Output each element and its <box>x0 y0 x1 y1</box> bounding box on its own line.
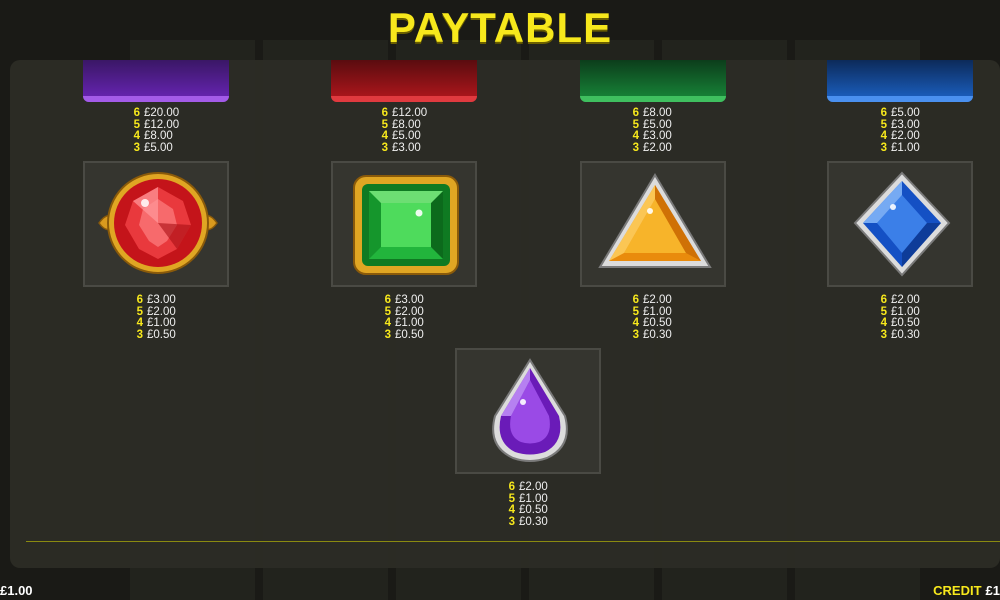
pay-amount: £0.50 <box>519 504 548 517</box>
pay-amount: £2.00 <box>891 294 920 306</box>
orange-triangle-gem-icon <box>598 173 712 268</box>
pay-amount: £1.00 <box>891 141 920 154</box>
pay-count: 3 <box>508 515 515 528</box>
pay-amount: £3.00 <box>395 294 424 306</box>
pay-count: 3 <box>880 141 887 154</box>
pay-list-purple-card: 6 £20.00 5 £12.00 4 £8.00 3 £5.00 <box>128 107 180 155</box>
pay-list-red-ruby: 6 £3.00 5 £2.00 4 £1.00 3 £0.50 <box>131 294 176 342</box>
red-card-symbol <box>331 60 477 102</box>
pay-count: 6 <box>136 294 143 306</box>
panel-divider <box>26 541 1000 542</box>
pay-count: 6 <box>880 107 887 119</box>
pay-list-blue-diamond: 6 £2.00 5 £1.00 4 £0.50 3 £0.30 <box>875 294 920 342</box>
pay-row: 3 £0.30 <box>503 515 548 529</box>
pay-amount: £0.30 <box>643 328 672 341</box>
pay-amount: £5.00 <box>144 141 173 154</box>
green-card-symbol <box>580 60 726 102</box>
red-round-gem-icon <box>98 172 218 274</box>
pay-list-blue-card: 6 £5.00 5 £3.00 4 £2.00 3 £1.00 <box>875 107 920 155</box>
purple-card-symbol <box>83 60 229 102</box>
pay-amount: £2.00 <box>519 481 548 493</box>
bet-value: £1.00 <box>0 583 33 598</box>
pay-count: 3 <box>880 328 887 341</box>
pay-amount: £5.00 <box>643 118 672 131</box>
pay-amount: £8.00 <box>144 130 173 143</box>
pay-count: 3 <box>632 328 639 341</box>
pay-amount: £0.30 <box>519 515 548 528</box>
credit-display: CREDIT £1 <box>933 583 1000 598</box>
pay-count: 6 <box>880 294 887 306</box>
pay-count: 6 <box>133 107 140 119</box>
pay-amount: £2.00 <box>395 305 424 318</box>
purple-drop-gem-icon <box>492 358 568 462</box>
credit-value: £1 <box>985 583 1000 598</box>
pay-row: 3 £0.50 <box>379 328 424 342</box>
pay-amount: £1.00 <box>147 317 176 330</box>
pay-count: 3 <box>632 141 639 154</box>
blue-diamond-symbol-box <box>827 161 973 287</box>
pay-amount: £8.00 <box>643 107 672 119</box>
pay-amount: £0.50 <box>147 328 176 341</box>
pay-amount: £0.30 <box>891 328 920 341</box>
blue-card-symbol <box>827 60 973 102</box>
pay-list-purple-drop: 6 £2.00 5 £1.00 4 £0.50 3 £0.30 <box>503 481 548 529</box>
pay-amount: £0.50 <box>891 317 920 330</box>
credit-label: CREDIT <box>933 583 982 598</box>
green-square-gem-icon <box>353 175 459 275</box>
pay-amount: £1.00 <box>643 305 672 318</box>
pay-row: 3 £1.00 <box>875 141 920 155</box>
pay-count: 3 <box>136 328 143 341</box>
pay-amount: £20.00 <box>144 107 180 119</box>
pay-amount: £3.00 <box>392 141 421 154</box>
red-ruby-symbol-box <box>83 161 229 287</box>
pay-amount: £0.50 <box>395 328 424 341</box>
orange-triangle-symbol-box <box>580 161 726 287</box>
page-title: PAYTABLE <box>387 4 613 51</box>
blue-diamond-gem-icon <box>853 171 951 277</box>
pay-amount: £12.00 <box>144 118 180 131</box>
pay-amount: £3.00 <box>147 294 176 306</box>
pay-amount: £5.00 <box>392 130 421 143</box>
pay-amount: £1.00 <box>395 317 424 330</box>
pay-amount: £5.00 <box>891 107 920 119</box>
pay-count: 3 <box>381 141 388 154</box>
pay-row: 3 £3.00 <box>376 141 427 155</box>
pay-amount: £3.00 <box>891 118 920 131</box>
pay-count: 6 <box>381 107 388 119</box>
pay-amount: £1.00 <box>519 492 548 505</box>
pay-list-orange-triangle: 6 £2.00 5 £1.00 4 £0.50 3 £0.30 <box>627 294 672 342</box>
pay-list-green-card: 6 £8.00 5 £5.00 4 £3.00 3 £2.00 <box>627 107 672 155</box>
pay-list-red-card: 6 £12.00 5 £8.00 4 £5.00 3 £3.00 <box>376 107 428 155</box>
pay-amount: £0.50 <box>643 317 672 330</box>
pay-count: 6 <box>632 294 639 306</box>
pay-amount: £2.00 <box>891 130 920 143</box>
pay-amount: £3.00 <box>643 130 672 143</box>
pay-count: 6 <box>384 294 391 306</box>
pay-row: 3 £5.00 <box>128 141 179 155</box>
pay-amount: £2.00 <box>643 294 672 306</box>
pay-amount: £1.00 <box>891 305 920 318</box>
pay-amount: £12.00 <box>392 107 428 119</box>
green-emerald-symbol-box <box>331 161 477 287</box>
pay-amount: £2.00 <box>643 141 672 154</box>
pay-row: 3 £2.00 <box>627 141 672 155</box>
pay-count: 6 <box>508 481 515 493</box>
pay-count: 3 <box>133 141 140 154</box>
pay-row: 3 £0.30 <box>627 328 672 342</box>
pay-amount: £2.00 <box>147 305 176 318</box>
pay-row: 3 £0.50 <box>131 328 176 342</box>
purple-drop-symbol-box <box>455 348 601 474</box>
pay-count: 3 <box>384 328 391 341</box>
pay-count: 6 <box>632 107 639 119</box>
pay-amount: £8.00 <box>392 118 421 131</box>
pay-row: 3 £0.30 <box>875 328 920 342</box>
pay-list-green-emerald: 6 £3.00 5 £2.00 4 £1.00 3 £0.50 <box>379 294 424 342</box>
